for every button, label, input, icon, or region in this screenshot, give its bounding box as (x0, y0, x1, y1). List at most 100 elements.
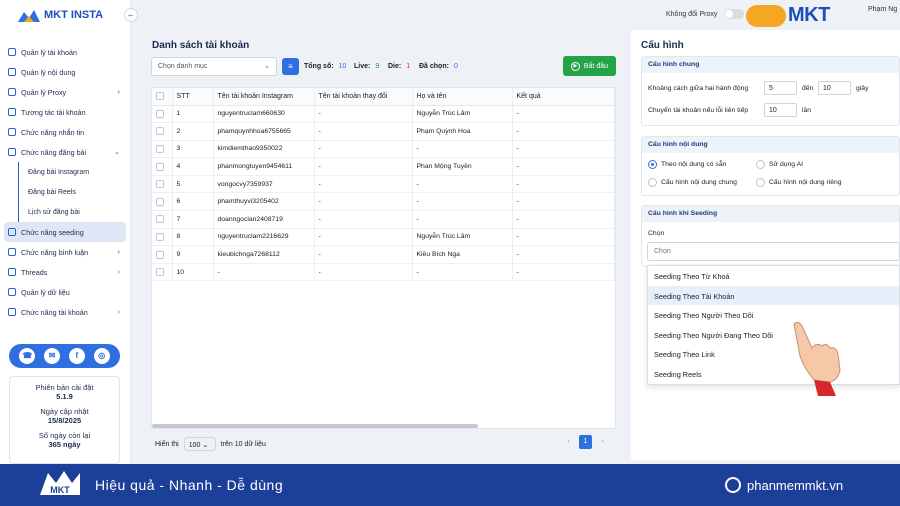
row-checkbox[interactable] (156, 197, 164, 206)
switch-account-label: Chuyển tài khoản nếu lỗi liên tiếp (648, 107, 749, 114)
table-row[interactable]: 6 phamthuyvi3205402- - - (152, 192, 615, 212)
sidebar-item-messaging[interactable]: Chức năng nhắn tin (0, 122, 130, 142)
sidebar-item-data[interactable]: Quản lý dữ liệu (0, 282, 130, 302)
table-cell: kieubichnga7268112 (213, 245, 315, 264)
dropdown-option[interactable]: Seeding Theo Người Theo Dõi (648, 305, 899, 325)
dropdown-option-highlighted[interactable]: Seeding Theo Tài Khoản (648, 285, 899, 305)
threads-icon (8, 268, 16, 276)
row-checkbox[interactable] (156, 144, 164, 153)
table-cell: 7 (172, 210, 214, 229)
radio-common-content[interactable]: Cấu hình nội dung chung (648, 178, 737, 187)
row-checkbox[interactable] (156, 180, 164, 189)
post-icon (8, 148, 16, 156)
selected-count: Đã chọn: 0 (419, 63, 458, 70)
dropdown-option[interactable]: Seeding Theo Từ Khoá (648, 266, 899, 286)
table-row[interactable]: 2 phamquynhhoa6755665- Phạm Quỳnh Hoa - (152, 122, 615, 141)
row-checkbox[interactable] (156, 215, 164, 224)
switch-count-input[interactable]: 10 (764, 103, 797, 117)
pagination: ‹ 1 › (562, 435, 609, 449)
chevron-right-icon: › (117, 88, 120, 96)
dropdown-option[interactable]: Seeding Reels (648, 364, 899, 384)
sidebar-item-account-functions[interactable]: Chức năng tài khoản › (0, 302, 130, 322)
table-row[interactable]: 5 vongocvy7359937- - - (152, 175, 615, 194)
radio-existing-content[interactable]: Theo nội dung có sẵn (648, 160, 726, 169)
row-checkbox[interactable] (156, 162, 164, 171)
sidebar-item-seeding[interactable]: Chức năng seeding (4, 222, 126, 242)
row-checkbox[interactable] (156, 268, 164, 277)
radio-use-ai[interactable]: Sử dụng AI (756, 160, 803, 169)
table-row[interactable]: 7 doanngoclan2408719- - - (152, 210, 615, 229)
interaction-icon (8, 108, 16, 116)
col-stt: STT (172, 88, 214, 106)
dropdown-option[interactable]: Seeding Theo Người Đang Theo Dõi (648, 325, 899, 345)
table-cell: Nguyễn Trúc Lâm (412, 228, 513, 247)
pointing-hand-icon (793, 321, 841, 396)
row-checkbox[interactable] (156, 232, 164, 241)
table-row[interactable]: 8 nguyentruclam2216629- Nguyễn Trúc Lâm - (152, 228, 615, 247)
sidebar-item-proxy[interactable]: Quản lý Proxy › (0, 82, 130, 102)
category-select[interactable]: Chọn danh mục ⌄ (151, 57, 277, 76)
page-size-select[interactable]: 100 ⌄ (183, 437, 216, 451)
table-cell: doanngoclan2408719 (213, 210, 315, 229)
start-button[interactable]: ▶ Bắt đầu (563, 56, 616, 76)
page-button-current[interactable]: 1 (579, 435, 592, 449)
table-row[interactable]: 10- - - - (152, 263, 615, 282)
table-cell: - (412, 210, 513, 229)
filter-button[interactable]: ≡ (282, 58, 299, 75)
version-info: Phiên bản cài đặt 5.1.9 (35, 383, 94, 401)
table-cell: nguyentruclam2216629 (213, 228, 315, 247)
table-cell: - (512, 122, 615, 141)
row-checkbox[interactable] (156, 109, 164, 118)
proxy-label: Không đổi Proxy (666, 11, 718, 18)
table-cell: - (213, 263, 315, 282)
table-row[interactable]: 3 kimdiemthao9350022- - - (152, 140, 615, 159)
delay-to-input[interactable]: 10 (818, 81, 851, 95)
table-row[interactable]: 1 nguyentruclam660630- Nguyễn Trúc Lâm - (152, 105, 615, 124)
sidebar-subitem-instagram-post[interactable]: Đăng bài Instagram (0, 162, 130, 182)
dropdown-option[interactable]: Seeding Theo Link (648, 344, 899, 364)
website-globe-icon[interactable]: ◎ (93, 348, 110, 364)
horizontal-scrollbar[interactable] (152, 424, 478, 428)
table-cell: kimdiemthao9350022 (213, 140, 315, 159)
table-row[interactable]: 4 phanmongtuyen9454611- Phan Mộng Tuyền - (152, 157, 615, 176)
table-cell: 8 (172, 228, 214, 247)
table-cell: phamquynhhoa6755665 (213, 122, 315, 141)
comment-icon (8, 248, 16, 256)
seeding-config-title: Cấu hình khi Seeding (642, 206, 899, 222)
messenger-icon[interactable]: ✉ (44, 348, 61, 364)
table-cell: - (512, 263, 615, 282)
sidebar-subitem-post-history[interactable]: Lịch sử đăng bài (0, 202, 130, 222)
sidebar-item-interaction[interactable]: Tương tác tài khoản (0, 102, 130, 122)
facebook-icon[interactable]: f (68, 348, 85, 364)
table-cell: - (314, 263, 413, 282)
to-label: đến (802, 85, 814, 92)
seconds-label: giây (856, 85, 869, 92)
sidebar-subitem-reels-post[interactable]: Đăng bài Reels (0, 182, 130, 202)
play-icon: ▶ (570, 61, 580, 71)
table-cell: Phan Mộng Tuyền (412, 157, 513, 176)
table-cell: - (412, 175, 513, 194)
table-row[interactable]: 9 kieubichnga7268112- Kiều Bích Nga - (152, 245, 615, 264)
support-icon[interactable]: ☎ (19, 348, 36, 364)
sidebar-nav: Quản lý tài khoản Quản lý nội dung Quản … (0, 42, 130, 322)
collapse-sidebar-button[interactable]: ← (124, 8, 138, 22)
row-checkbox[interactable] (156, 250, 164, 259)
sidebar-item-threads[interactable]: Threads › (0, 262, 130, 282)
select-all-checkbox[interactable] (156, 92, 164, 101)
proxy-toggle[interactable] (724, 9, 744, 19)
delay-from-input[interactable]: 5 (764, 81, 797, 95)
prev-page-button[interactable]: ‹ (562, 435, 575, 449)
row-checkbox[interactable] (156, 127, 164, 136)
radio-separate-content[interactable]: Cấu hình nội dung riêng (756, 178, 842, 187)
sidebar-item-posting[interactable]: Chức năng đăng bài ⌄ (0, 142, 130, 162)
sidebar-item-content[interactable]: Quản lý nội dung (0, 62, 130, 82)
table-cell: 9 (172, 245, 214, 264)
sidebar-item-accounts[interactable]: Quản lý tài khoản (0, 42, 130, 62)
table-cell: - (512, 140, 615, 159)
table-cell: 5 (172, 175, 214, 194)
next-page-button[interactable]: › (596, 435, 609, 449)
table-cell: 2 (172, 122, 214, 141)
table-cell: - (314, 140, 413, 159)
sidebar-item-comments[interactable]: Chức năng bình luận › (0, 242, 130, 262)
seeding-type-select[interactable]: Chọn (647, 242, 900, 261)
